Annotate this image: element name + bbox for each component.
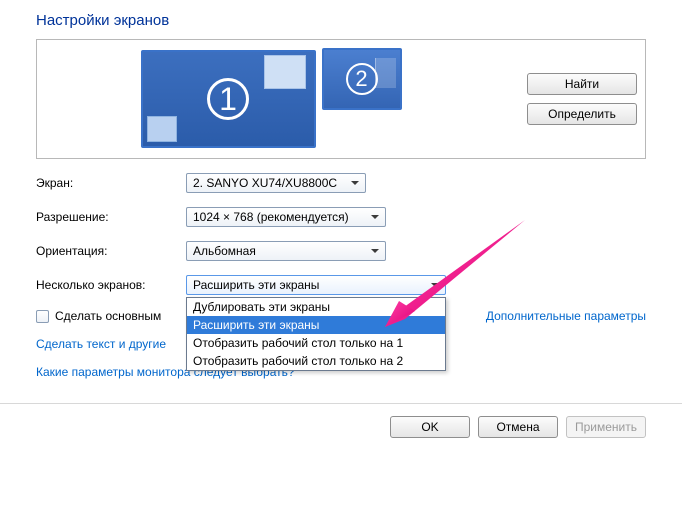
ok-button[interactable]: OK (390, 416, 470, 438)
display-select[interactable]: 2. SANYO XU74/XU8800C (186, 173, 366, 193)
monitor-1[interactable]: 1 (141, 50, 316, 148)
make-primary-label: Сделать основным (55, 309, 161, 323)
detect-button[interactable]: Определить (527, 103, 637, 125)
monitor-1-number: 1 (207, 78, 249, 120)
apply-button[interactable]: Применить (566, 416, 646, 438)
advanced-settings-link[interactable]: Дополнительные параметры (486, 309, 646, 323)
multiple-displays-select-value: Расширить эти экраны (193, 278, 319, 292)
monitor-2[interactable]: 2 (322, 48, 402, 110)
cancel-button[interactable]: Отмена (478, 416, 558, 438)
multi-option-only-1[interactable]: Отобразить рабочий стол только на 1 (187, 334, 445, 352)
orientation-select-value: Альбомная (193, 244, 256, 258)
monitor-arrangement-box: 1 2 Найти Определить (36, 39, 646, 159)
make-primary-checkbox[interactable] (36, 310, 49, 323)
multiple-displays-dropdown: Дублировать эти экраны Расширить эти экр… (186, 297, 446, 371)
footer-buttons: OK Отмена Применить (0, 404, 682, 438)
multi-label: Несколько экранов: (36, 278, 186, 292)
multi-option-duplicate[interactable]: Дублировать эти экраны (187, 298, 445, 316)
orientation-select[interactable]: Альбомная (186, 241, 386, 261)
display-select-value: 2. SANYO XU74/XU8800C (193, 176, 337, 190)
orientation-label: Ориентация: (36, 244, 186, 258)
display-label: Экран: (36, 176, 186, 190)
monitor-2-number: 2 (346, 63, 378, 95)
monitor-side-buttons: Найти Определить (497, 46, 637, 152)
resolution-select[interactable]: 1024 × 768 (рекомендуется) (186, 207, 386, 227)
multi-option-extend[interactable]: Расширить эти экраны (187, 316, 445, 334)
monitor-area[interactable]: 1 2 (45, 46, 497, 152)
page-title: Настройки экранов (36, 12, 646, 29)
resolution-label: Разрешение: (36, 210, 186, 224)
resolution-select-value: 1024 × 768 (рекомендуется) (193, 210, 349, 224)
multi-option-only-2[interactable]: Отобразить рабочий стол только на 2 (187, 352, 445, 370)
multiple-displays-select[interactable]: Расширить эти экраны (186, 275, 446, 295)
text-size-link[interactable]: Сделать текст и другие (36, 337, 166, 351)
find-button[interactable]: Найти (527, 73, 637, 95)
